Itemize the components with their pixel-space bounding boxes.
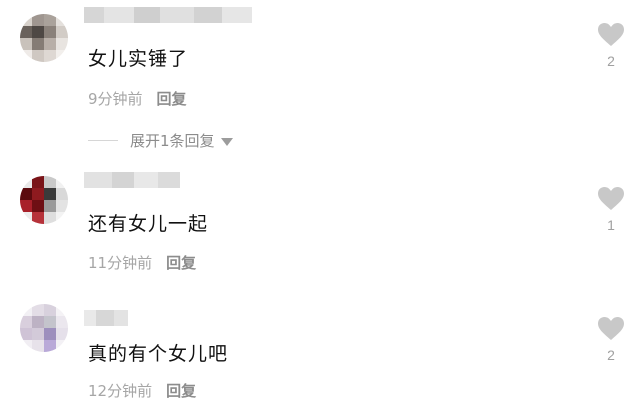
comment-meta: 11分钟前 回复: [88, 252, 196, 273]
username-blurred[interactable]: [84, 172, 180, 188]
expand-replies-button[interactable]: 展开1条回复: [88, 130, 233, 151]
comment-time: 12分钟前: [88, 382, 153, 400]
username-blurred[interactable]: [84, 310, 128, 326]
comment-text: 真的有个女儿吧: [88, 343, 229, 365]
comment-time: 11分钟前: [88, 254, 153, 272]
like-count: 2: [607, 53, 615, 69]
comment-meta: 9分钟前 回复: [88, 88, 187, 109]
comment-meta: 12分钟前 回复: [88, 380, 196, 401]
reply-button[interactable]: 回复: [166, 254, 196, 272]
reply-button[interactable]: 回复: [166, 382, 196, 400]
comment-text: 还有女儿一起: [88, 213, 209, 235]
reply-button[interactable]: 回复: [157, 90, 187, 108]
avatar[interactable]: [20, 304, 68, 352]
comment-text: 女儿实锤了: [88, 48, 189, 70]
like-button[interactable]: 2: [594, 22, 628, 69]
heart-icon: [598, 23, 624, 46]
avatar[interactable]: [20, 176, 68, 224]
expand-replies-label: 展开1条回复: [130, 132, 215, 150]
comment-time: 9分钟前: [88, 90, 143, 108]
like-button[interactable]: 2: [594, 316, 628, 363]
like-button[interactable]: 1: [594, 186, 628, 233]
heart-icon: [598, 317, 624, 340]
heart-icon: [598, 187, 624, 210]
caret-down-icon: [220, 137, 233, 146]
avatar[interactable]: [20, 14, 68, 62]
username-blurred[interactable]: [84, 7, 252, 23]
like-count: 2: [607, 347, 615, 363]
like-count: 1: [607, 217, 615, 233]
divider-line: [88, 140, 118, 141]
